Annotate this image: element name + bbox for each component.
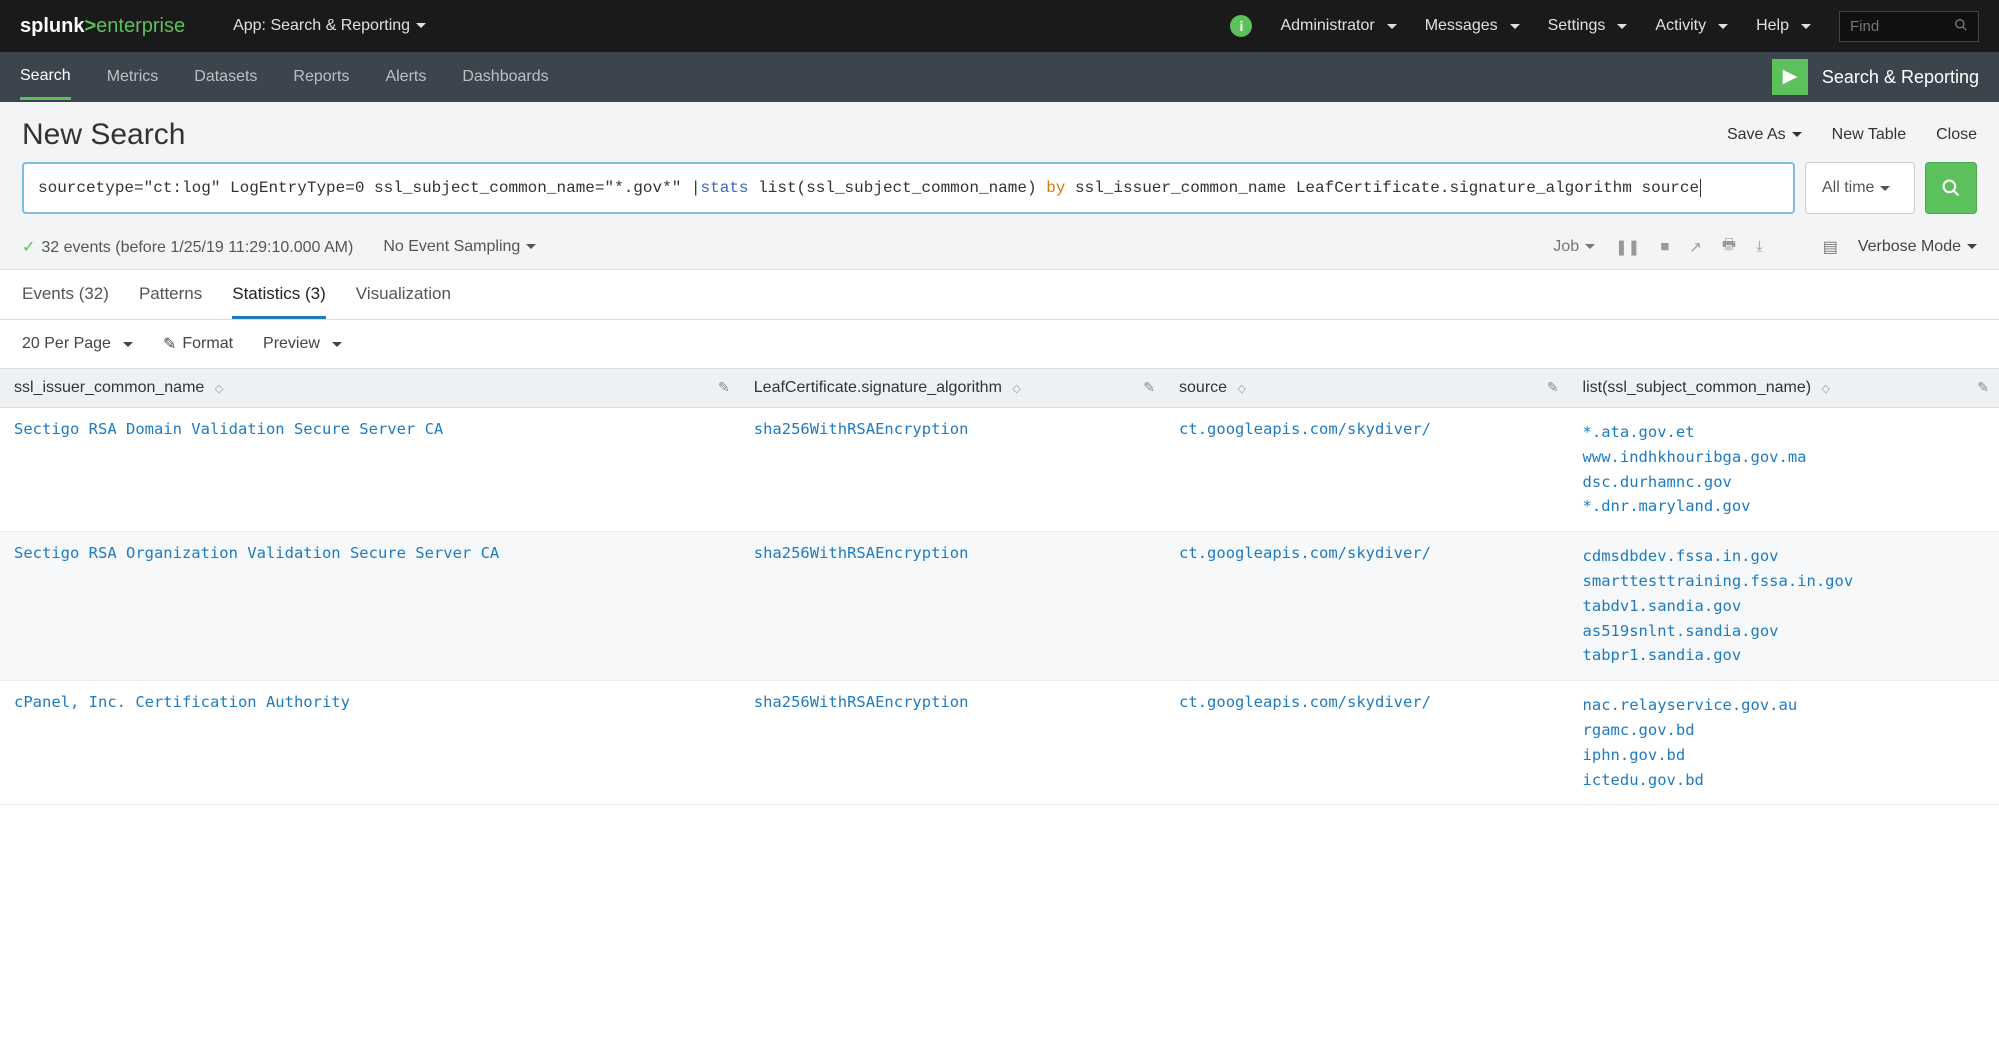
cell-issuer[interactable]: Sectigo RSA Domain Validation Secure Ser… [0, 408, 740, 532]
new-table-button[interactable]: New Table [1832, 126, 1906, 144]
sort-icon [1238, 381, 1246, 395]
find-box[interactable] [1839, 11, 1979, 42]
cell-source[interactable]: ct.googleapis.com/skydiver/ [1165, 681, 1569, 805]
nav-tab-alerts[interactable]: Alerts [385, 56, 426, 98]
nav-tab-reports[interactable]: Reports [293, 56, 349, 98]
app-name-label: Search & Reporting [1822, 67, 1979, 88]
query-cmd-stats: stats [701, 176, 749, 200]
sort-icon [215, 381, 223, 395]
result-tabs: Events (32) Patterns Statistics (3) Visu… [0, 270, 1999, 320]
save-as-button[interactable]: Save As [1727, 126, 1802, 144]
pencil-icon[interactable] [1547, 379, 1559, 396]
status-row: ✓32 events (before 1/25/19 11:29:10.000 … [0, 224, 1999, 270]
query-suffix: ssl_issuer_common_name LeafCertificate.s… [1065, 176, 1699, 200]
tab-statistics[interactable]: Statistics (3) [232, 284, 326, 319]
menu-messages[interactable]: Messages [1425, 17, 1520, 35]
per-page[interactable]: 20 Per Page [22, 334, 133, 354]
pause-icon[interactable]: ❚❚ [1615, 238, 1640, 256]
table-toolbar: 20 Per Page Format Preview [0, 320, 1999, 368]
pencil-icon[interactable] [718, 379, 730, 396]
logo-prefix: splunk [20, 15, 84, 37]
events-count: ✓32 events (before 1/25/19 11:29:10.000 … [22, 237, 353, 257]
search-icon [1941, 178, 1961, 198]
cell-issuer[interactable]: Sectigo RSA Organization Validation Secu… [0, 532, 740, 681]
col-algo[interactable]: LeafCertificate.signature_algorithm [740, 369, 1165, 408]
logo-gt: > [84, 15, 96, 37]
mode-icon: ▤ [1823, 237, 1838, 257]
topbar-right: i Administrator Messages Settings Activi… [1230, 11, 1979, 42]
download-icon[interactable]: ⤓ [1756, 238, 1763, 255]
menu-settings[interactable]: Settings [1548, 17, 1628, 35]
sort-icon [1822, 381, 1830, 395]
col-source[interactable]: source [1165, 369, 1569, 408]
sort-icon [1012, 381, 1020, 395]
text-cursor [1700, 179, 1701, 197]
cell-issuer[interactable]: cPanel, Inc. Certification Authority [0, 681, 740, 805]
cell-algo[interactable]: sha256WithRSAEncryption [740, 408, 1165, 532]
query-mid: list(ssl_subject_common_name) [749, 176, 1047, 200]
pencil-icon[interactable] [1143, 379, 1155, 396]
page-title: New Search [22, 118, 185, 152]
info-icon[interactable]: i [1230, 15, 1252, 37]
cell-algo[interactable]: sha256WithRSAEncryption [740, 681, 1165, 805]
cell-cn-list[interactable]: nac.relayservice.gov.aurgamc.gov.bdiphn.… [1569, 681, 1999, 805]
col-cn-list[interactable]: list(ssl_subject_common_name) [1569, 369, 1999, 408]
check-icon: ✓ [22, 239, 35, 256]
stop-icon[interactable]: ■ [1660, 238, 1669, 255]
logo-suffix: enterprise [96, 15, 185, 37]
table-row: Sectigo RSA Organization Validation Secu… [0, 532, 1999, 681]
app-picker[interactable]: App: Search & Reporting [233, 17, 426, 35]
job-menu[interactable]: Job [1553, 238, 1595, 256]
search-row: sourcetype="ct:log" LogEntryType=0 ssl_s… [0, 162, 1999, 224]
cell-source[interactable]: ct.googleapis.com/skydiver/ [1165, 532, 1569, 681]
menu-activity[interactable]: Activity [1655, 17, 1728, 35]
nav-tab-search[interactable]: Search [20, 55, 71, 100]
menu-help[interactable]: Help [1756, 17, 1811, 35]
table-row: Sectigo RSA Domain Validation Secure Ser… [0, 408, 1999, 532]
tab-visualization[interactable]: Visualization [356, 284, 451, 319]
preview-button[interactable]: Preview [263, 334, 342, 354]
close-button[interactable]: Close [1936, 126, 1977, 144]
search-header: New Search Save As New Table Close [0, 102, 1999, 162]
navbar: Search Metrics Datasets Reports Alerts D… [0, 52, 1999, 102]
search-input[interactable]: sourcetype="ct:log" LogEntryType=0 ssl_s… [22, 162, 1795, 214]
logo[interactable]: splunk>enterprise [20, 15, 185, 38]
pencil-icon[interactable] [1977, 379, 1989, 396]
nav-tab-datasets[interactable]: Datasets [194, 56, 257, 98]
event-sampling[interactable]: No Event Sampling [383, 238, 536, 256]
query-prefix: sourcetype="ct:log" LogEntryType=0 ssl_s… [38, 176, 701, 200]
results-table: ssl_issuer_common_name LeafCertificate.s… [0, 368, 1999, 805]
nav-tab-dashboards[interactable]: Dashboards [462, 56, 548, 98]
tab-patterns[interactable]: Patterns [139, 284, 202, 319]
search-mode[interactable]: Verbose Mode [1858, 238, 1977, 256]
search-icon [1954, 18, 1968, 35]
table-row: cPanel, Inc. Certification Authoritysha2… [0, 681, 1999, 805]
cell-cn-list[interactable]: cdmsdbdev.fssa.in.govsmarttesttraining.f… [1569, 532, 1999, 681]
format-button[interactable]: Format [163, 334, 233, 354]
topbar: splunk>enterprise App: Search & Reportin… [0, 0, 1999, 52]
pencil-icon [163, 334, 176, 354]
query-cmd-by: by [1046, 176, 1065, 200]
time-picker[interactable]: All time [1805, 162, 1915, 214]
col-issuer[interactable]: ssl_issuer_common_name [0, 369, 740, 408]
tab-events[interactable]: Events (32) [22, 284, 109, 319]
app-icon [1772, 59, 1808, 95]
cell-algo[interactable]: sha256WithRSAEncryption [740, 532, 1165, 681]
print-icon[interactable]: 🖶 [1722, 234, 1736, 259]
cell-cn-list[interactable]: *.ata.gov.etwww.indhkhouribga.gov.madsc.… [1569, 408, 1999, 532]
menu-administrator[interactable]: Administrator [1280, 17, 1396, 35]
find-input[interactable] [1850, 18, 1950, 35]
cell-source[interactable]: ct.googleapis.com/skydiver/ [1165, 408, 1569, 532]
nav-tab-metrics[interactable]: Metrics [107, 56, 159, 98]
search-button[interactable] [1925, 162, 1977, 214]
share-icon[interactable]: ↗ [1689, 238, 1702, 256]
